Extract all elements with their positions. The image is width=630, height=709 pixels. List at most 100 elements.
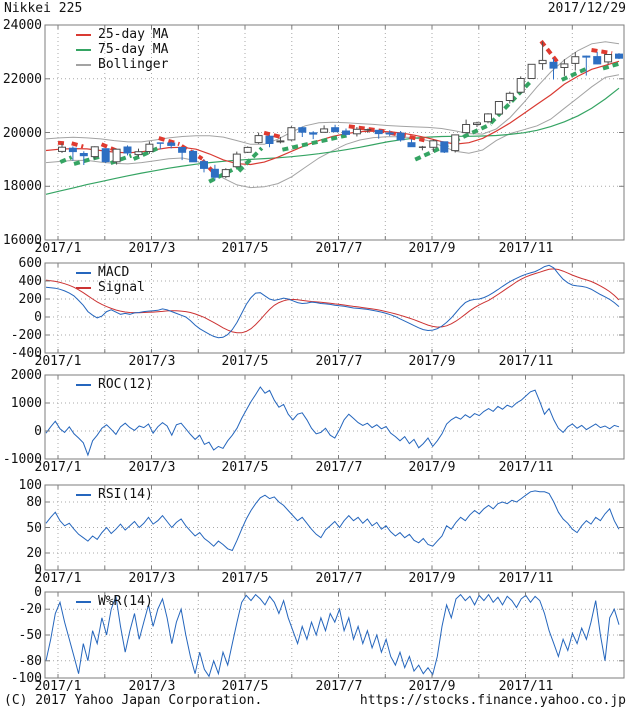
candle <box>168 143 175 145</box>
copyright-text: (C) 2017 Yahoo Japan Corporation. <box>4 694 262 707</box>
candle <box>474 123 481 125</box>
candle <box>146 144 153 151</box>
candle <box>211 169 218 177</box>
signal-line <box>46 269 619 333</box>
candle <box>69 148 76 151</box>
candle <box>539 60 546 63</box>
legend-line-sample <box>76 34 91 36</box>
candle <box>299 128 306 133</box>
legend-line-sample <box>76 272 91 274</box>
x-tick-label: 2017/11 <box>494 680 558 693</box>
y-tick-label: 50 <box>2 522 42 535</box>
parabolic-marks <box>72 143 84 146</box>
x-tick-label: 2017/11 <box>494 572 558 585</box>
candle <box>594 57 601 64</box>
legend-item: MACD <box>76 266 129 279</box>
x-tick-label: 2017/11 <box>494 355 558 368</box>
candle <box>572 57 579 64</box>
candle <box>135 152 142 155</box>
candle <box>605 55 612 62</box>
candle <box>266 136 273 143</box>
legend-item: 75-day MA <box>76 43 168 56</box>
x-tick-label: 2017/5 <box>213 461 277 474</box>
ma75-line <box>46 88 619 194</box>
candle <box>59 147 66 151</box>
legend-item: RSI(14) <box>76 488 153 501</box>
y-tick-label: 0 <box>2 425 42 438</box>
candle <box>616 54 623 58</box>
y-tick-label: 2000 <box>2 369 42 382</box>
candle <box>310 133 317 134</box>
source-url[interactable]: https://stocks.finance.yahoo.co.jp <box>360 694 626 707</box>
y-tick-label: 100 <box>2 479 42 492</box>
x-tick-label: 2017/9 <box>400 461 464 474</box>
legend-line-sample <box>76 384 91 386</box>
x-tick-label: 2017/3 <box>120 355 184 368</box>
candle <box>408 143 415 147</box>
parabolic-marks <box>603 64 619 69</box>
panel-border <box>45 263 624 353</box>
x-tick-label: 2017/7 <box>307 680 371 693</box>
legend-label: Bollinger <box>98 57 168 72</box>
x-tick-label: 2017/3 <box>120 461 184 474</box>
parabolic-marks <box>58 143 65 144</box>
x-tick-label: 2017/7 <box>307 572 371 585</box>
x-tick-label: 2017/1 <box>26 461 90 474</box>
y-tick-label: -200 <box>2 329 42 342</box>
legend-label: ROC(12) <box>98 377 153 392</box>
candle <box>124 147 131 153</box>
x-tick-label: 2017/9 <box>400 242 464 255</box>
candle <box>517 79 524 93</box>
legend-item: W%R(14) <box>76 595 153 608</box>
panel-macd-grid <box>45 263 624 353</box>
y-tick-label: 1000 <box>2 397 42 410</box>
candle <box>190 151 197 161</box>
x-tick-label: 2017/5 <box>213 242 277 255</box>
x-tick-label: 2017/1 <box>26 572 90 585</box>
candle <box>528 64 535 78</box>
y-tick-label: -80 <box>2 655 42 668</box>
candle <box>113 149 120 162</box>
candle <box>495 102 502 115</box>
x-tick-label: 2017/3 <box>120 680 184 693</box>
legend-label: 75-day MA <box>98 42 168 57</box>
legend-line-sample <box>76 49 91 51</box>
roc-line <box>46 387 619 455</box>
x-tick-label: 2017/11 <box>494 461 558 474</box>
candle <box>321 129 328 132</box>
candle <box>375 130 382 133</box>
y-tick-label: 400 <box>2 275 42 288</box>
parabolic-marks <box>592 50 613 53</box>
candle <box>102 149 109 162</box>
stock-chart-page: { "header": { "title": "Nikkei 225", "da… <box>0 0 630 709</box>
legend-line-sample <box>76 601 91 603</box>
candle <box>583 56 590 57</box>
candle <box>485 114 492 122</box>
page-title: Nikkei 225 <box>4 2 82 15</box>
legend-item: ROC(12) <box>76 378 153 391</box>
y-tick-label: 22000 <box>2 73 42 86</box>
candle <box>91 147 98 157</box>
candle <box>255 136 262 143</box>
candle <box>80 154 87 156</box>
parabolic-marks <box>60 157 71 162</box>
x-tick-label: 2017/5 <box>213 572 277 585</box>
x-tick-label: 2017/1 <box>26 680 90 693</box>
y-tick-label: 18000 <box>2 180 42 193</box>
candle <box>179 148 186 153</box>
candle <box>222 170 229 177</box>
candle <box>430 141 437 148</box>
x-tick-label: 2017/7 <box>307 242 371 255</box>
y-tick-label: 600 <box>2 257 42 270</box>
x-tick-label: 2017/5 <box>213 355 277 368</box>
x-tick-label: 2017/9 <box>400 680 464 693</box>
candle <box>233 154 240 167</box>
legend-line-sample <box>76 494 91 496</box>
candle <box>397 133 404 140</box>
x-tick-label: 2017/7 <box>307 355 371 368</box>
legend-label: RSI(14) <box>98 487 153 502</box>
x-tick-label: 2017/1 <box>26 355 90 368</box>
candle <box>353 129 360 134</box>
legend-label: MACD <box>98 265 129 280</box>
candle <box>561 64 568 68</box>
